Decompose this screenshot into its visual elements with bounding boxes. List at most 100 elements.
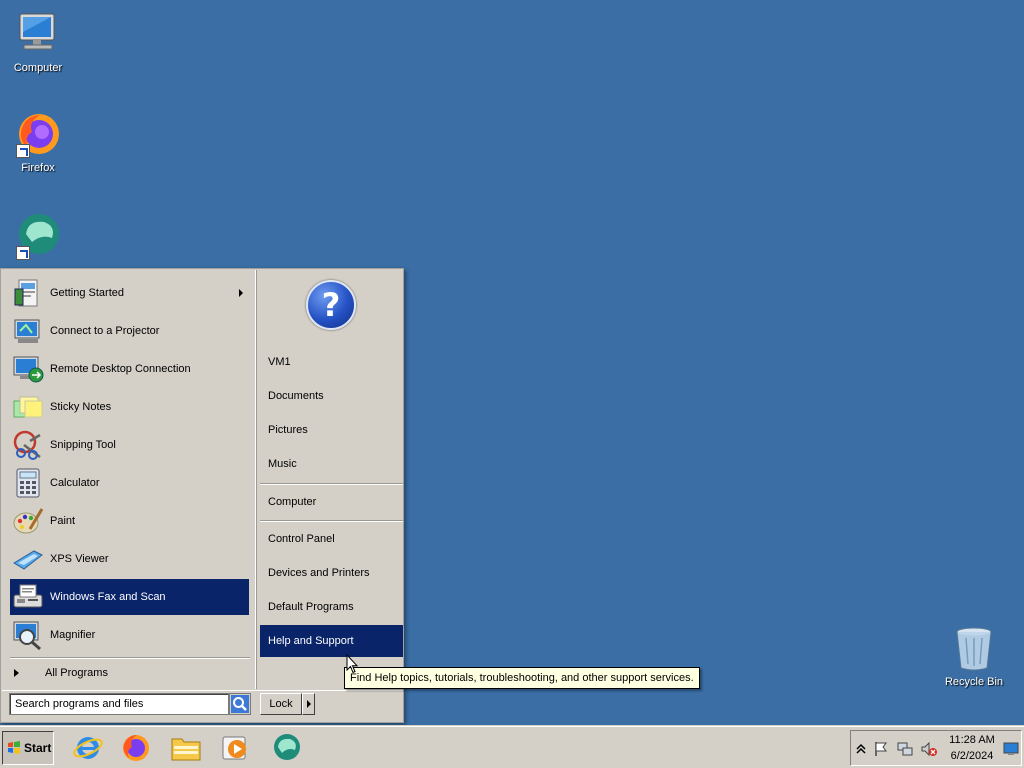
all-programs-button[interactable]: All Programs xyxy=(10,662,249,684)
place-label: Documents xyxy=(268,390,324,402)
show-desktop-button[interactable] xyxy=(1003,741,1019,757)
windows-flag-icon xyxy=(7,741,21,755)
program-item-sticky-notes[interactable]: Sticky Notes xyxy=(10,389,249,425)
desktop-icon-label: Computer xyxy=(13,62,63,74)
taskbar-internet-explorer[interactable] xyxy=(72,732,104,764)
magnifier-icon xyxy=(12,619,44,651)
desktop-icon-computer[interactable]: Computer xyxy=(0,10,76,74)
submenu-arrow-icon xyxy=(239,289,243,297)
all-programs-label: All Programs xyxy=(45,667,108,679)
place-item-devices-printers[interactable]: Devices and Printers xyxy=(260,557,403,589)
program-item-xps-viewer[interactable]: XPS Viewer xyxy=(10,541,249,577)
place-label: VM1 xyxy=(268,356,291,368)
place-label: Devices and Printers xyxy=(268,567,370,579)
place-label: Pictures xyxy=(268,424,308,436)
lock-button[interactable]: Lock xyxy=(260,693,302,715)
snipping-tool-icon xyxy=(12,429,44,461)
program-label: Connect to a Projector xyxy=(50,325,160,337)
place-label: Music xyxy=(268,458,297,470)
program-label: Getting Started xyxy=(50,287,124,299)
remote-desktop-icon xyxy=(12,353,44,385)
program-item-calculator[interactable]: Calculator xyxy=(10,465,249,501)
fax-scan-icon xyxy=(12,581,44,613)
place-item-computer[interactable]: Computer xyxy=(260,486,403,518)
programs-separator xyxy=(10,657,250,659)
program-label: XPS Viewer xyxy=(50,553,109,565)
mouse-cursor-icon xyxy=(346,654,358,674)
place-label: Control Panel xyxy=(268,533,335,545)
shortcut-arrow-icon xyxy=(16,246,30,260)
shutdown-options-button[interactable] xyxy=(302,693,315,715)
program-item-fax-scan[interactable]: Windows Fax and Scan xyxy=(10,579,249,615)
flag-icon xyxy=(875,742,887,756)
program-label: Windows Fax and Scan xyxy=(50,591,166,603)
notification-area: 11:28 AM 6/2/2024 xyxy=(850,730,1022,766)
shortcut-arrow-icon xyxy=(16,144,30,158)
desktop-icon-app[interactable] xyxy=(0,212,76,264)
place-item-control-panel[interactable]: Control Panel xyxy=(260,523,403,555)
xps-viewer-icon xyxy=(12,543,44,575)
start-label: Start xyxy=(24,741,52,755)
recycle-bin-icon xyxy=(950,624,998,672)
program-item-snipping-tool[interactable]: Snipping Tool xyxy=(10,427,249,463)
taskbar-media-player[interactable] xyxy=(220,732,252,764)
calculator-icon xyxy=(12,467,44,499)
volume-button[interactable] xyxy=(921,741,937,757)
start-menu: Getting Started Connect to a Projector R… xyxy=(0,268,404,723)
program-item-remote-desktop[interactable]: Remote Desktop Connection xyxy=(10,351,249,387)
clock-time[interactable]: 11:28 AM xyxy=(947,734,997,746)
search-icon xyxy=(231,695,249,713)
place-item-user-folder[interactable]: VM1 xyxy=(260,346,403,378)
program-item-magnifier[interactable]: Magnifier xyxy=(10,617,249,653)
taskbar: Start 11:28 AM 6/2/2024 xyxy=(0,726,1024,768)
firefox-icon xyxy=(123,735,149,761)
firefox-icon xyxy=(14,110,62,158)
search-programs-input[interactable] xyxy=(9,693,229,715)
taskbar-firefox[interactable] xyxy=(120,732,152,764)
taskbar-file-explorer[interactable] xyxy=(170,732,202,764)
action-center-button[interactable] xyxy=(873,741,889,757)
desktop-icon-recycle-bin[interactable]: Recycle Bin xyxy=(936,624,1012,688)
taskbar-app[interactable] xyxy=(270,732,302,764)
program-label: Magnifier xyxy=(50,629,96,641)
desktop-icon-label: Recycle Bin xyxy=(944,676,1004,688)
place-item-help-support[interactable]: Help and Support xyxy=(260,625,403,657)
app-bubble-icon xyxy=(274,734,300,760)
start-menu-places-pane: ? VM1 Documents Pictures Music Computer … xyxy=(255,270,403,689)
app-bubble-icon xyxy=(14,212,62,260)
program-label: Sticky Notes xyxy=(50,401,112,413)
program-item-getting-started[interactable]: Getting Started xyxy=(10,275,249,311)
search-button[interactable] xyxy=(229,693,251,715)
places-separator xyxy=(260,483,403,485)
place-item-documents[interactable]: Documents xyxy=(260,380,403,412)
place-label: Help and Support xyxy=(268,635,354,647)
sticky-notes-icon xyxy=(12,391,44,423)
help-support-tooltip: Find Help topics, tutorials, troubleshoo… xyxy=(344,667,700,689)
place-item-pictures[interactable]: Pictures xyxy=(260,414,403,446)
show-hidden-icons-button[interactable] xyxy=(853,741,869,757)
desktop-icon-firefox[interactable]: Firefox xyxy=(0,110,76,174)
start-button[interactable]: Start xyxy=(2,731,54,765)
program-label: Snipping Tool xyxy=(50,439,116,451)
start-menu-bottom-bar: Lock xyxy=(2,690,403,722)
computer-icon xyxy=(14,10,62,58)
volume-muted-icon xyxy=(921,741,937,757)
clock-date[interactable]: 6/2/2024 xyxy=(947,750,997,762)
start-menu-programs-pane: Getting Started Connect to a Projector R… xyxy=(2,270,253,689)
getting-started-icon xyxy=(12,277,44,309)
place-label: Default Programs xyxy=(268,601,354,613)
internet-explorer-icon xyxy=(73,737,103,759)
program-item-connect-projector[interactable]: Connect to a Projector xyxy=(10,313,249,349)
help-question-icon: ? xyxy=(306,280,356,330)
projector-icon xyxy=(12,315,44,347)
network-icon xyxy=(897,742,913,756)
program-item-paint[interactable]: Paint xyxy=(10,503,249,539)
network-button[interactable] xyxy=(897,741,913,757)
paint-icon xyxy=(12,505,44,537)
media-player-icon xyxy=(222,736,246,760)
program-label: Calculator xyxy=(50,477,100,489)
expand-arrow-icon xyxy=(14,669,19,677)
places-separator xyxy=(260,520,403,522)
place-item-default-programs[interactable]: Default Programs xyxy=(260,591,403,623)
place-item-music[interactable]: Music xyxy=(260,448,403,480)
